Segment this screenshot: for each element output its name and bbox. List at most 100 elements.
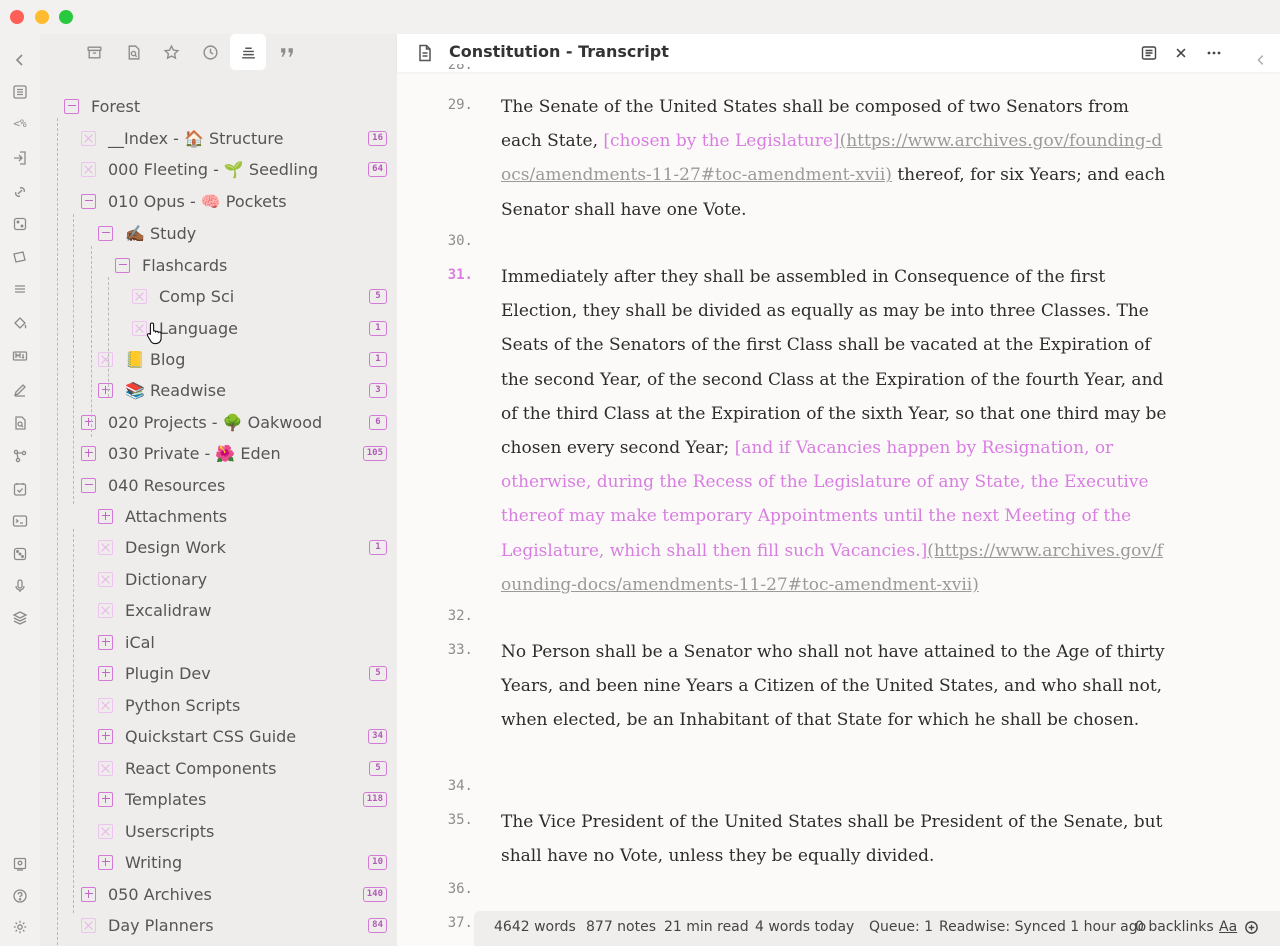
more-options-button[interactable] [1204, 43, 1224, 63]
close-window-button[interactable] [10, 10, 24, 24]
tab-file-tree[interactable] [230, 34, 266, 70]
tree-item[interactable]: 020 Projects - 🌳 Oakwood 6 [81, 408, 397, 436]
collapse-folder-icon[interactable] [64, 98, 79, 114]
search-file-icon [128, 44, 140, 60]
sync-link-icon[interactable] [10, 182, 30, 202]
paragraph[interactable]: No Person shall be a Senator who shall n… [501, 635, 1171, 738]
tree-item[interactable]: Day Planners 84 [81, 911, 397, 939]
list-icon[interactable] [10, 82, 30, 102]
expand-folder-icon[interactable] [81, 886, 96, 902]
close-tab-button[interactable] [1171, 43, 1191, 63]
tree-item[interactable]: Python Scripts [98, 691, 397, 719]
tree-item[interactable]: Dictionary [98, 565, 397, 593]
queue-status[interactable]: Queue: 1 [869, 919, 933, 935]
collapse-sidebar-icon[interactable] [10, 50, 30, 70]
paragraph[interactable]: The Vice President of the United States … [501, 805, 1171, 873]
tree-item-label: Templates [125, 789, 207, 809]
tab-search[interactable] [115, 34, 151, 70]
tree-item[interactable]: Templates 118 [98, 785, 397, 813]
tree-item[interactable]: Userscripts [98, 817, 397, 845]
expand-folder-icon[interactable] [81, 414, 96, 430]
editor-header: Constitution - Transcript [397, 34, 1280, 72]
cards-icon[interactable] [10, 247, 30, 267]
tree-item[interactable]: 040 Resources [81, 471, 397, 499]
collapse-folder-icon[interactable] [115, 257, 130, 273]
random-dice-icon[interactable] [10, 544, 30, 564]
dice-icon[interactable] [10, 214, 30, 234]
tree-item[interactable]: 📒 Blog 1 [98, 345, 397, 373]
readwise-sync-status[interactable]: Readwise: Synced 1 hour ago [939, 919, 1146, 935]
paint-bucket-icon[interactable] [10, 313, 30, 333]
tree-item[interactable]: Quickstart CSS Guide 34 [98, 722, 397, 750]
tree-item[interactable]: 010 Opus - 🧠 Pockets [81, 187, 397, 215]
terminal-icon[interactable] [10, 511, 30, 531]
word-count[interactable]: 4642 words [494, 919, 576, 935]
note-count-badge: 1 [369, 540, 387, 555]
tree-item-label: ✍🏾 Study [125, 223, 197, 243]
tree-item[interactable]: Language 1 [132, 314, 397, 342]
expand-folder-icon[interactable] [98, 508, 113, 524]
markdown-icon[interactable] [10, 346, 30, 366]
tree-item[interactable]: iCal [98, 628, 397, 656]
collapse-right-sidebar-icon[interactable] [1254, 52, 1268, 71]
tree-item[interactable]: Plugin Dev 5 [98, 659, 397, 687]
layers-icon[interactable] [10, 608, 30, 628]
indent-guide [73, 214, 74, 504]
collapse-folder-icon[interactable] [81, 477, 96, 493]
font-setting[interactable]: Aa [1219, 919, 1237, 935]
tree-item[interactable]: Comp Sci 5 [132, 282, 397, 310]
collapse-folder-icon[interactable] [81, 193, 96, 209]
code-percent-icon[interactable]: <% [10, 114, 30, 134]
graph-icon[interactable] [10, 446, 30, 466]
tree-item[interactable]: 000 Fleeting - 🌱 Seedling 64 [81, 155, 397, 183]
expand-folder-icon[interactable] [81, 445, 96, 461]
search-file-icon[interactable] [10, 413, 30, 433]
tab-bookmarks[interactable] [153, 34, 189, 70]
expand-folder-icon[interactable] [98, 728, 113, 744]
tree-item[interactable]: 📚 Readwise 3 [98, 376, 397, 404]
microphone-icon[interactable] [10, 576, 30, 596]
link-text[interactable]: [chosen by the Legislature] [603, 131, 839, 151]
settings-gear-icon[interactable] [10, 917, 30, 937]
collapse-folder-icon[interactable] [98, 225, 113, 241]
tree-item[interactable]: 050 Archives 140 [81, 880, 397, 908]
vault-icon[interactable] [10, 854, 30, 874]
tab-recent[interactable] [192, 34, 228, 70]
help-icon[interactable] [10, 886, 30, 906]
tab-quotes[interactable] [269, 34, 305, 70]
tree-item[interactable]: __Index - 🏠 Structure 16 [81, 124, 397, 152]
tree-item[interactable]: 030 Private - 🌺 Eden 105 [81, 439, 397, 467]
tab-archive[interactable] [76, 34, 112, 70]
backlinks-count[interactable]: 0 backlinks [1135, 919, 1214, 935]
expand-folder-icon[interactable] [98, 791, 113, 807]
tree-item-label: 050 Archives [108, 884, 212, 904]
reading-view-button[interactable] [1139, 43, 1159, 63]
calendar-check-icon[interactable] [10, 479, 30, 499]
note-leaf-icon [81, 161, 96, 177]
tree-item[interactable]: ✍🏾 Study [98, 219, 397, 247]
tree-item[interactable]: Forest [64, 92, 397, 120]
minimize-window-button[interactable] [35, 10, 49, 24]
note-count-badge: 105 [362, 446, 387, 461]
tree-item[interactable]: React Components 5 [98, 754, 397, 782]
tree-item[interactable]: Design Work 1 [98, 533, 397, 561]
paragraph[interactable]: The Senate of the United States shall be… [501, 90, 1171, 227]
tree-item[interactable]: Writing 10 [98, 848, 397, 876]
expand-folder-icon[interactable] [98, 382, 113, 398]
stack-lines-icon[interactable] [10, 279, 30, 299]
pen-icon[interactable] [10, 380, 30, 400]
tree-item[interactable]: Attachments [98, 502, 397, 530]
tree-item[interactable]: Excalidraw [98, 596, 397, 624]
tree-item[interactable]: Flashcards [115, 251, 397, 279]
import-icon[interactable] [10, 148, 30, 168]
zoom-window-button[interactable] [59, 10, 73, 24]
add-circle-icon[interactable] [1244, 920, 1259, 939]
paragraph[interactable]: Immediately after they shall be assemble… [501, 260, 1171, 602]
line-number: 33. [447, 642, 473, 658]
expand-folder-icon[interactable] [98, 634, 113, 650]
expand-folder-icon[interactable] [98, 854, 113, 870]
indent-guide [108, 277, 109, 397]
expand-folder-icon[interactable] [98, 665, 113, 681]
clock-icon [202, 44, 218, 60]
note-title[interactable]: Constitution - Transcript [449, 42, 669, 61]
